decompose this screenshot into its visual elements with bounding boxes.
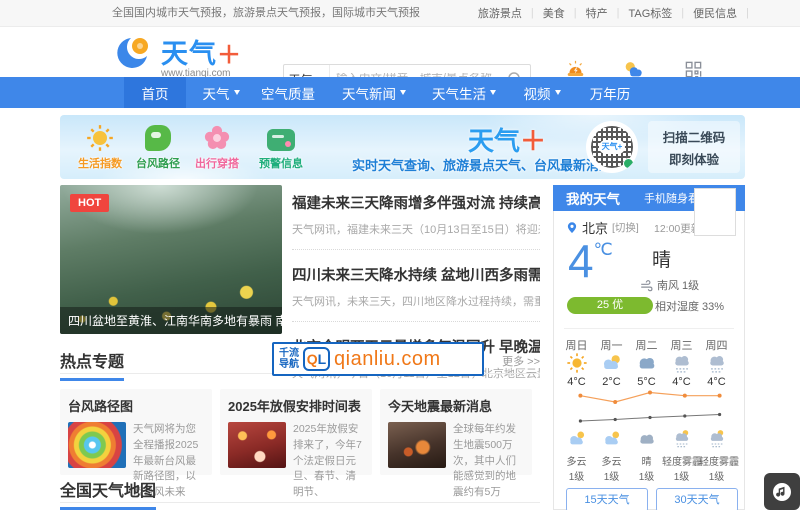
nav-weather-news[interactable]: 天气新闻 bbox=[334, 77, 414, 108]
promo-banner[interactable]: 生活指数 台风路径 出行穿搭 预警信息 天气＋ 实时天气查询、旅游景点天气、台风… bbox=[60, 115, 745, 179]
nav-weather[interactable]: 天气 bbox=[192, 77, 250, 108]
topic-card-earthquake[interactable]: 今天地震最新消息 全球每年约发生地震500万次，其中人们能感觉到的地震约有5万 bbox=[380, 389, 532, 475]
link-convenience[interactable]: 便民信息 bbox=[693, 5, 737, 21]
note-circle-icon bbox=[771, 481, 793, 503]
wind-level: 1级 bbox=[699, 468, 734, 483]
nav-air-quality[interactable]: 空气质量 bbox=[250, 77, 326, 108]
forecast-temp: 4°C bbox=[559, 376, 594, 388]
link-scenic[interactable]: 旅游景点 bbox=[478, 5, 522, 21]
main-nav: 首页 天气 空气质量 天气新闻 天气生活 视频 万年历 bbox=[0, 77, 800, 108]
widget-title: 我的天气 bbox=[566, 188, 620, 208]
nav-calendar[interactable]: 万年历 bbox=[578, 77, 642, 108]
divider bbox=[564, 328, 734, 329]
wind-level: 1级 bbox=[559, 468, 594, 483]
current-wind: 南风 1级 bbox=[640, 277, 699, 293]
forecast-30day-button[interactable]: 30天天气 bbox=[656, 488, 738, 510]
link-specialty[interactable]: 特产 bbox=[586, 5, 608, 21]
banner-typhoon-path[interactable]: 台风路径 bbox=[126, 123, 190, 171]
banner-qr-caption: 扫描二维码 即刻体验 bbox=[648, 121, 740, 173]
night-condition: 多云 bbox=[594, 453, 629, 468]
topic-card-holiday[interactable]: 2025年放假安排时间表 2025年放假安排来了，今年7个法定假日元旦、春节、清… bbox=[220, 389, 372, 475]
night-condition: 多云 bbox=[559, 453, 594, 468]
headline-item[interactable]: 福建未来三天降雨增多伴强对流 持续高温需防 天气网讯，福建未来三天（10月13日… bbox=[292, 186, 540, 250]
watermark-brand: 千流导航 bbox=[279, 348, 299, 370]
tianqi-homepage: 全国国内城市天气预报，旅游景点天气预报，国际城市天气预报 旅游景点| 美食| 特… bbox=[0, 0, 800, 510]
forecast-temp: 4°C bbox=[664, 376, 699, 388]
topic-card-typhoon[interactable]: 台风路径图 天气网将为您全程播报2025年最新台风最新路径图，以及台风未来 bbox=[60, 389, 212, 475]
forecast-15day-button[interactable]: 15天天气 bbox=[566, 488, 648, 510]
fog-moon-icon bbox=[664, 428, 699, 450]
chevron-down-icon bbox=[490, 90, 496, 95]
cloud-moon-icon bbox=[594, 428, 629, 450]
link-food[interactable]: 美食 bbox=[543, 5, 565, 21]
switch-city-link[interactable]: [切换] bbox=[612, 220, 639, 235]
logo-plus: ＋ bbox=[217, 42, 241, 69]
chevron-down-icon bbox=[555, 90, 561, 95]
sun-cloud-icon bbox=[594, 351, 629, 375]
night-temp-line bbox=[563, 409, 737, 424]
qianliu-watermark: 千流导航 QL qianliu.com bbox=[272, 342, 484, 376]
cloud-icon bbox=[629, 428, 664, 450]
location-pin-icon bbox=[566, 220, 578, 235]
watermark-domain: qianliu.com bbox=[334, 348, 441, 371]
section-title: 全国天气地图 bbox=[60, 477, 156, 510]
cloud-moon-icon bbox=[559, 428, 594, 450]
day-temp-line bbox=[563, 390, 737, 405]
my-weather-widget: 我的天气 手机随身看 › 北京 [切换] 12:00更新 4℃ 晴 南风 1级 … bbox=[553, 185, 745, 510]
flower-icon bbox=[202, 123, 232, 153]
banner-brand: 天气＋ bbox=[468, 121, 546, 158]
current-condition: 晴 bbox=[652, 245, 671, 272]
chevron-down-icon bbox=[234, 90, 240, 95]
widget-qr-code bbox=[694, 188, 736, 236]
banner-qr-code: 天气+ bbox=[586, 121, 638, 173]
holiday-thumbnail bbox=[228, 422, 286, 468]
floating-widget-button[interactable] bbox=[764, 473, 800, 510]
headline-item[interactable]: 四川未来三天降水持续 盆地川西多雨需警惕 天气网讯，未来三天，四川地区降水过程持… bbox=[292, 258, 540, 322]
site-header: 天气＋ www.tianqi.com 天气 天气预警 bbox=[0, 27, 800, 77]
weather-map-header: 全国天气地图 bbox=[60, 477, 540, 503]
banner-life-index[interactable]: 生活指数 bbox=[68, 123, 132, 171]
featured-caption: 四川盆地至黄淮、江南华南多地有暴雨 南方... bbox=[60, 307, 282, 334]
utility-links: 旅游景点| 美食| 特产| TAG标签| 便民信息| bbox=[478, 0, 758, 26]
wind-icon bbox=[640, 279, 653, 292]
typhoon-thumbnail bbox=[68, 422, 126, 468]
link-tags[interactable]: TAG标签 bbox=[628, 5, 672, 21]
top-utility-bar: 全国国内城市天气预报，旅游景点天气预报，国际城市天气预报 旅游景点| 美食| 特… bbox=[0, 0, 800, 27]
logo-sun-moon-icon bbox=[116, 33, 156, 78]
forecast-temp: 4°C bbox=[699, 376, 734, 388]
megaphone-icon bbox=[266, 123, 296, 153]
more-link[interactable]: 更多 >> bbox=[502, 353, 540, 369]
sun-icon bbox=[559, 351, 594, 375]
fog-moon-icon bbox=[699, 428, 734, 450]
nav-weather-life[interactable]: 天气生活 bbox=[424, 77, 504, 108]
typhoon-icon bbox=[143, 123, 173, 153]
cloud-icon bbox=[629, 351, 664, 375]
wind-level: 1级 bbox=[664, 468, 699, 483]
nav-home[interactable]: 首页 bbox=[124, 77, 186, 108]
sun-face-icon bbox=[85, 123, 115, 153]
earthquake-thumbnail bbox=[388, 422, 446, 468]
current-temperature: 4℃ bbox=[568, 238, 613, 284]
logo-wordmark: 天气 bbox=[161, 39, 217, 69]
wind-level: 1级 bbox=[594, 468, 629, 483]
site-tagline: 全国国内城市天气预报，旅游景点天气预报，国际城市天气预报 bbox=[112, 0, 430, 26]
featured-news-image[interactable]: HOT 四川盆地至黄淮、江南华南多地有暴雨 南方... bbox=[60, 185, 282, 334]
banner-alert-info[interactable]: 预警信息 bbox=[249, 123, 313, 171]
watermark-monogram: QL bbox=[303, 347, 330, 371]
site-logo[interactable]: 天气＋ www.tianqi.com bbox=[116, 32, 241, 79]
banner-outfit[interactable]: 出行穿搭 bbox=[185, 123, 249, 171]
night-condition: 轻度雾霾 bbox=[695, 453, 743, 468]
aqi-badge[interactable]: 25 优 bbox=[567, 297, 653, 314]
wind-level: 1级 bbox=[629, 468, 664, 483]
wechat-dot-icon bbox=[623, 158, 634, 169]
banner-subtitle: 实时天气查询、旅游景点天气、台风最新消息 bbox=[332, 155, 632, 174]
hot-badge: HOT bbox=[70, 194, 109, 212]
forecast-temp: 2°C bbox=[594, 376, 629, 388]
section-title: 热点专题 bbox=[60, 348, 124, 381]
fog-icon bbox=[664, 351, 699, 375]
fog-icon bbox=[699, 351, 734, 375]
nav-video[interactable]: 视频 bbox=[514, 77, 570, 108]
chevron-down-icon bbox=[400, 90, 406, 95]
forecast-temp: 5°C bbox=[629, 376, 664, 388]
